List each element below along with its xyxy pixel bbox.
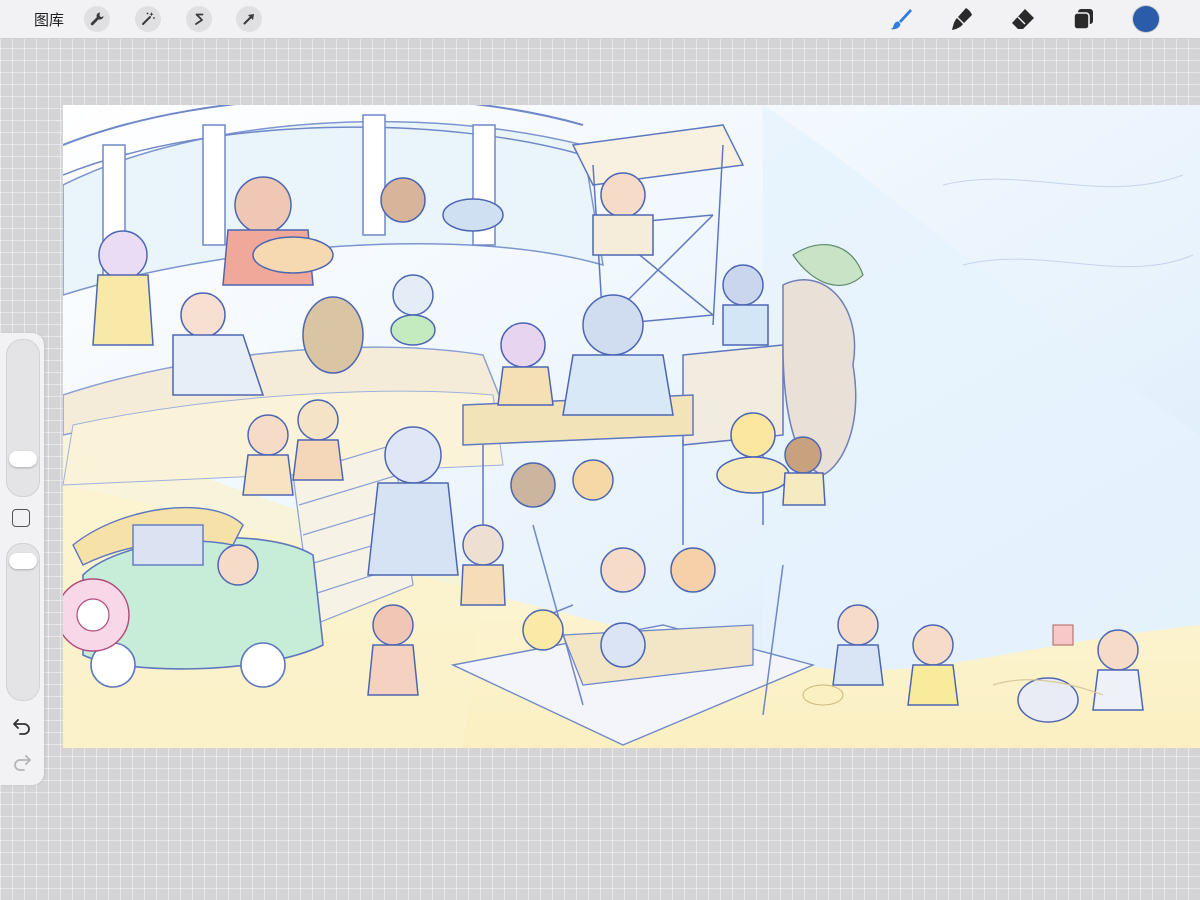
color-swatch-button[interactable]: [1133, 6, 1159, 32]
brush-tool-button[interactable]: [887, 5, 915, 33]
actions-button[interactable]: [84, 6, 110, 32]
magic-wand-icon: [142, 12, 155, 25]
adjustments-button[interactable]: [135, 6, 161, 32]
brush-icon: [890, 9, 912, 30]
left-sidebar: [0, 333, 44, 785]
brush-size-slider[interactable]: [6, 339, 40, 497]
drawing-canvas[interactable]: [63, 105, 1200, 748]
opacity-handle[interactable]: [9, 552, 37, 569]
selection-s-icon: [195, 13, 204, 25]
transform-button[interactable]: [236, 6, 262, 32]
brush-size-handle[interactable]: [9, 450, 37, 467]
redo-button[interactable]: [10, 750, 34, 774]
selection-button[interactable]: [186, 6, 212, 32]
gallery-button[interactable]: 图库: [34, 9, 64, 30]
opacity-slider[interactable]: [6, 543, 40, 701]
undo-icon: [13, 719, 30, 735]
eraser-icon: [1012, 9, 1034, 29]
undo-button[interactable]: [10, 714, 34, 738]
wrench-icon: [90, 12, 104, 26]
top-toolbar: 图库: [0, 0, 1200, 39]
redo-icon: [14, 755, 31, 771]
smudge-icon: [952, 8, 972, 30]
eraser-tool-button[interactable]: [1009, 5, 1037, 33]
arrow-cursor-icon: [243, 14, 254, 25]
layers-icon: [1073, 9, 1093, 30]
layers-button[interactable]: [1070, 5, 1098, 33]
smudge-tool-button[interactable]: [948, 5, 976, 33]
canvas-illustration: [63, 105, 1200, 748]
modify-button[interactable]: [12, 509, 30, 527]
